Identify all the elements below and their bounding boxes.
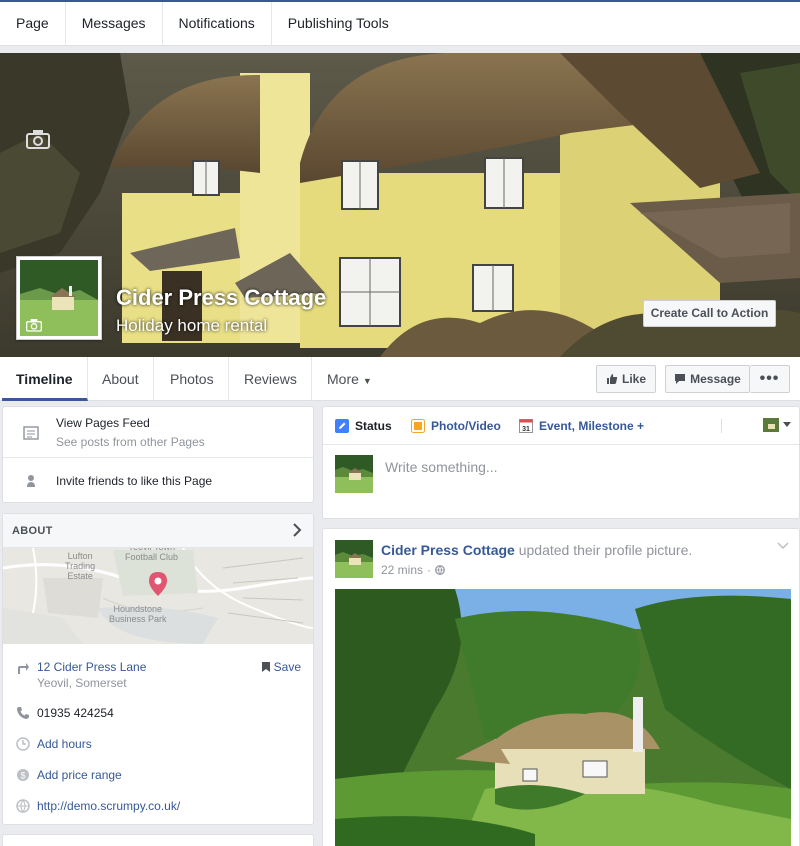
nav-page[interactable]: Page — [0, 2, 66, 46]
tab-photos[interactable]: Photos — [156, 357, 229, 400]
map-image — [3, 548, 313, 644]
tab-more[interactable]: More ▼ — [313, 357, 386, 400]
meta-separator: · — [427, 563, 432, 577]
create-call-to-action-button[interactable]: Create Call to Action — [643, 300, 776, 327]
nav-messages[interactable]: Messages — [66, 2, 163, 46]
composer-tab-status-label: Status — [355, 418, 392, 433]
phone-number: 01935 424254 — [37, 706, 114, 720]
map-label-business-park: Houndstone Business Park — [109, 604, 167, 624]
timeline-post: Cider Press Cottage updated their profil… — [322, 528, 800, 846]
tab-timeline[interactable]: Timeline — [2, 357, 88, 401]
cottage-photo — [335, 589, 791, 846]
avatar — [335, 540, 373, 578]
post-author-link[interactable]: Cider Press Cottage — [381, 542, 515, 558]
separator — [721, 419, 722, 433]
post-timestamp[interactable]: 22 mins — [381, 563, 423, 577]
address-line2: Yeovil, Somerset — [37, 676, 127, 690]
composer-tab-photo-video-label: Photo/Video — [431, 418, 501, 433]
nav-publishing-tools[interactable]: Publishing Tools — [272, 2, 405, 46]
next-panel — [2, 834, 314, 846]
post-action-text: updated their profile picture. — [518, 542, 693, 558]
like-button[interactable]: Like — [596, 365, 656, 393]
composer-tab-event-milestone-label: Event, Milestone + — [539, 418, 645, 433]
more-options-button[interactable]: ••• — [750, 365, 790, 393]
composer-tab-event-milestone[interactable]: 31 Event, Milestone + — [519, 407, 644, 444]
phone-icon — [17, 707, 29, 719]
pencil-icon — [335, 418, 349, 433]
post-meta: 22 mins · — [381, 563, 445, 577]
pages-feed-panel: View Pages Feed See posts from other Pag… — [2, 406, 314, 503]
message-label: Message — [690, 372, 741, 386]
globe-icon[interactable] — [435, 565, 445, 575]
chevron-right-icon[interactable] — [291, 522, 303, 538]
address-line1[interactable]: 12 Cider Press Lane — [37, 660, 146, 674]
bookmark-icon — [261, 662, 270, 672]
tab-more-label: More — [327, 371, 359, 387]
composer-tab-status[interactable]: Status — [335, 407, 392, 444]
status-input[interactable] — [385, 457, 785, 477]
about-header[interactable]: ABOUT — [3, 514, 313, 548]
invite-icon — [27, 475, 35, 487]
add-hours-link[interactable]: Add hours — [37, 737, 92, 751]
calendar-icon: 31 — [519, 418, 533, 433]
svg-text:31: 31 — [522, 426, 530, 433]
message-icon — [675, 374, 686, 384]
location-map[interactable]: Yeovil Town Football Club Lufton Trading… — [3, 548, 313, 644]
camera-icon[interactable] — [26, 318, 42, 332]
profile-picture[interactable] — [16, 256, 102, 340]
globe-icon — [16, 799, 30, 813]
invite-friends-link[interactable]: Invite friends to like this Page — [56, 474, 212, 488]
like-label: Like — [621, 372, 646, 386]
tab-about[interactable]: About — [88, 357, 154, 400]
composer-tab-photo-video[interactable]: Photo/Video — [411, 407, 501, 444]
message-button[interactable]: Message — [665, 365, 750, 393]
photo-icon — [411, 418, 425, 433]
divider — [3, 457, 313, 458]
nav-notifications[interactable]: Notifications — [163, 2, 272, 46]
post-composer: Status Photo/Video 31 Event, Milestone + — [322, 406, 800, 519]
clock-icon — [16, 737, 30, 751]
map-label-football-club: Yeovil Town Football Club — [125, 548, 179, 562]
view-pages-feed-subtitle: See posts from other Pages — [56, 435, 205, 449]
post-as-selector[interactable] — [763, 418, 791, 432]
chevron-down-icon[interactable] — [777, 542, 789, 550]
page-title[interactable]: Cider Press Cottage — [116, 285, 326, 311]
map-label-trading-estate: Lufton Trading Estate — [65, 551, 96, 581]
map-pin-icon — [149, 572, 167, 596]
about-heading: ABOUT — [12, 525, 53, 537]
price-icon: $ — [17, 769, 29, 781]
view-pages-feed-link[interactable]: View Pages Feed — [56, 416, 150, 430]
camera-icon[interactable] — [26, 129, 50, 149]
admin-nav: Page Messages Notifications Publishing T… — [0, 0, 800, 46]
about-panel: ABOUT Yeovil Town Football Club Lufton T… — [2, 513, 314, 825]
svg-text:$: $ — [20, 771, 25, 781]
caret-down-icon: ▼ — [362, 376, 372, 386]
composer-tabs: Status Photo/Video 31 Event, Milestone + — [323, 407, 799, 445]
add-price-range-link[interactable]: Add price range — [37, 768, 122, 782]
save-button[interactable]: Save — [261, 660, 301, 674]
chevron-down-icon — [783, 422, 791, 427]
composer-avatar — [335, 455, 373, 493]
avatar — [335, 455, 373, 493]
page-category: Holiday home rental — [116, 316, 268, 335]
page-avatar-icon — [763, 418, 779, 432]
save-label: Save — [273, 660, 301, 674]
post-photo[interactable] — [335, 589, 791, 846]
tab-reviews[interactable]: Reviews — [230, 357, 312, 400]
website-link[interactable]: http://demo.scrumpy.co.uk/ — [37, 799, 180, 813]
directions-icon — [18, 663, 29, 674]
post-header: Cider Press Cottage updated their profil… — [381, 542, 692, 558]
news-feed-icon — [23, 426, 39, 440]
post-avatar[interactable] — [335, 540, 373, 578]
thumbs-up-icon — [606, 374, 618, 384]
